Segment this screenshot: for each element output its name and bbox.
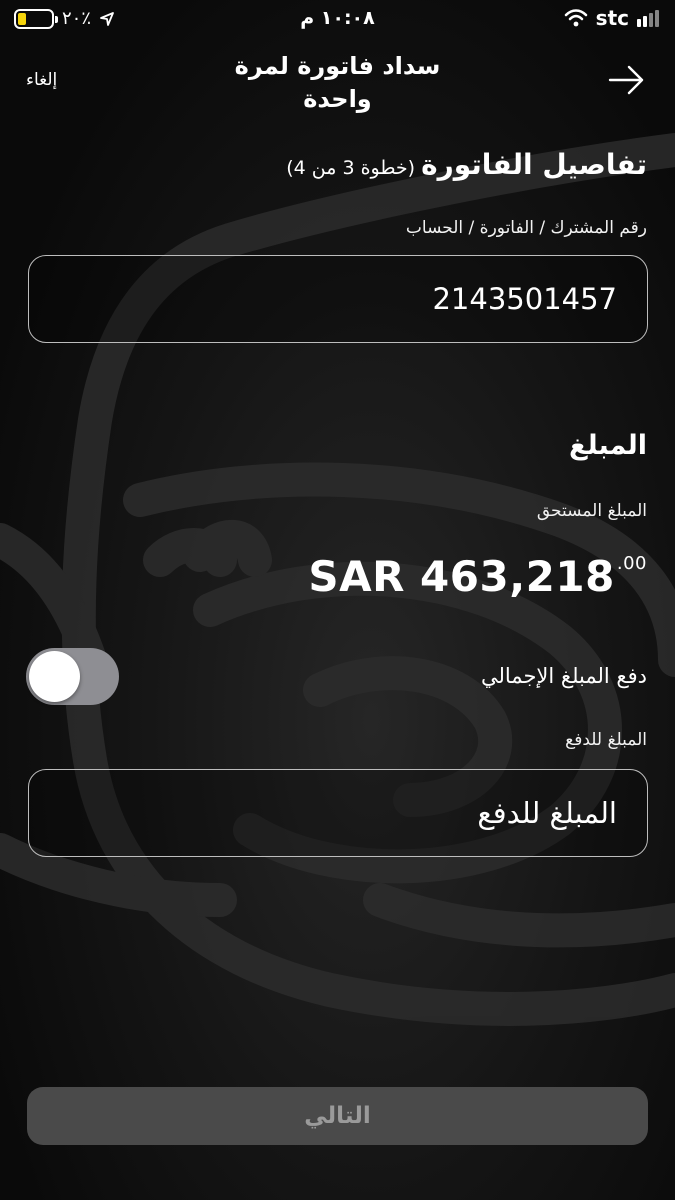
page-title: سداد فاتورة لمرة واحدة (234, 52, 441, 113)
wifi-icon (564, 9, 587, 27)
bill-details-header: تفاصيل الفاتورة (خطوة 3 من 4) (286, 148, 647, 181)
amount-due-decimals: .00 (616, 553, 647, 574)
account-number-label: رقم المشترك / الفاتورة / الحساب (405, 218, 647, 238)
account-number-field[interactable]: 2143501457 (28, 255, 648, 343)
signal-icon (637, 9, 659, 27)
amount-due-label: المبلغ المستحق (536, 501, 647, 521)
carrier-name: stc (595, 6, 629, 30)
account-number-value: 2143501457 (432, 282, 617, 316)
amount-to-pay-label: المبلغ للدفع (565, 730, 647, 750)
status-bar-right: stc (564, 6, 659, 30)
amount-to-pay-field[interactable]: المبلغ للدفع (28, 769, 648, 857)
step-indicator: (خطوة 3 من 4) (286, 157, 416, 179)
amount-due-value: SAR 463,218.00 (308, 552, 647, 601)
next-button[interactable]: التالي (27, 1087, 648, 1145)
amount-heading: المبلغ (569, 430, 647, 461)
bill-details-title: تفاصيل الفاتورة (421, 148, 647, 181)
amount-to-pay-placeholder: المبلغ للدفع (477, 796, 617, 830)
pay-full-amount-toggle[interactable] (26, 648, 119, 705)
amount-due-main: SAR 463,218 (308, 552, 615, 601)
status-bar: ٢٠٪ ١٠:٠٨ م stc (0, 0, 675, 38)
nav-bar: سداد فاتورة لمرة واحدة إلغاء (0, 48, 675, 118)
pay-full-amount-label: دفع المبلغ الإجمالي (481, 664, 647, 688)
back-button[interactable] (604, 60, 650, 100)
arrow-right-icon (608, 65, 644, 95)
screen: ٢٠٪ ١٠:٠٨ م stc سداد فاتورة لمرة واحدة إ… (0, 0, 675, 1200)
toggle-knob (29, 651, 80, 702)
cancel-button[interactable]: إلغاء (26, 70, 57, 90)
